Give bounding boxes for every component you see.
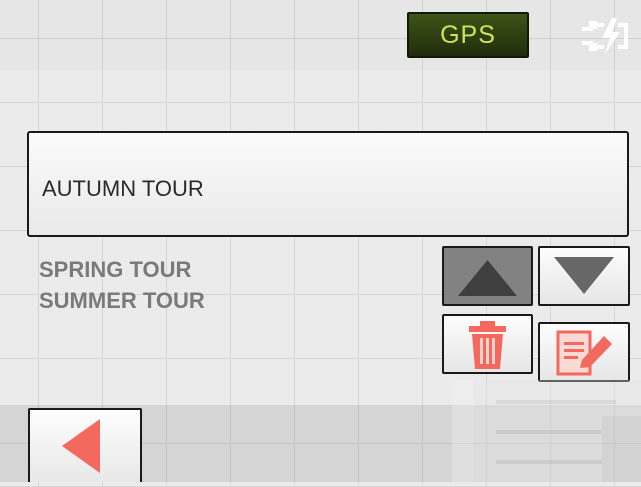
move-down-button[interactable]	[538, 246, 630, 306]
trash-icon	[469, 321, 506, 369]
tour-list-item[interactable]: SUMMER TOUR	[39, 285, 205, 316]
back-button[interactable]	[28, 408, 142, 482]
arrow-down-icon	[554, 257, 614, 294]
plug-charging-icon	[578, 16, 636, 56]
edit-button[interactable]	[538, 322, 630, 382]
back-arrow-icon	[62, 419, 100, 473]
top-status-bar	[0, 0, 641, 70]
tour-list: SPRING TOUR SUMMER TOUR	[39, 254, 205, 316]
arrow-up-icon	[458, 260, 517, 296]
gps-status-badge: GPS	[407, 12, 529, 58]
edit-note-icon	[556, 330, 612, 376]
move-up-button[interactable]	[442, 246, 533, 306]
delete-button[interactable]	[442, 314, 533, 374]
list-watermark-graphic	[452, 380, 641, 482]
tour-list-item[interactable]: SPRING TOUR	[39, 254, 205, 285]
selected-tour-field[interactable]: AUTUMN TOUR	[27, 131, 629, 237]
